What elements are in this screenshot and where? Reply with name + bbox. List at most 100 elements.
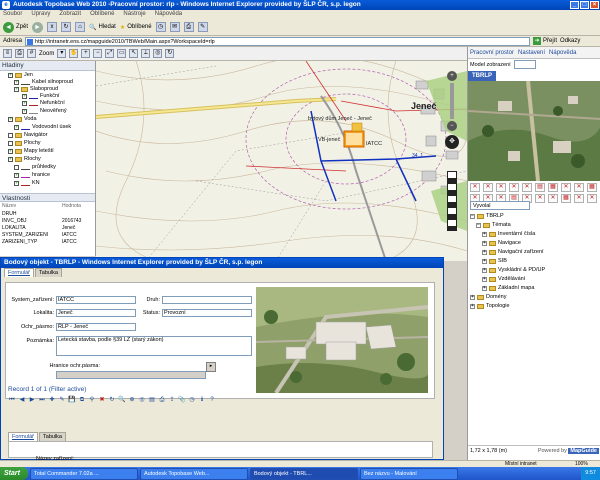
back-button[interactable]: ◄ Zpět bbox=[3, 21, 28, 33]
expand-icon[interactable]: + bbox=[482, 285, 487, 291]
collapse-icon[interactable]: − bbox=[470, 213, 475, 219]
print-map-icon[interactable]: ⎙ bbox=[15, 49, 24, 58]
lokalita-field[interactable]: Jeneč bbox=[56, 309, 136, 317]
first-record-icon[interactable]: ⏮ bbox=[8, 396, 16, 404]
task-total-commander[interactable]: Total Commander 7.02a ... bbox=[29, 467, 138, 480]
checkbox[interactable] bbox=[14, 164, 19, 170]
tool-icon[interactable]: ✕ bbox=[535, 194, 545, 203]
layer-item[interactable]: Plochy bbox=[8, 140, 41, 146]
task-bodovy-objekt[interactable]: Bodový objekt - TBRL... bbox=[249, 467, 358, 480]
address-input[interactable]: http://intranetr.ens.cz/mapguide2010/TBW… bbox=[25, 36, 531, 46]
forward-arrow-icon[interactable]: ► bbox=[32, 21, 44, 33]
refresh-icon[interactable]: ↻ bbox=[61, 22, 72, 32]
export-icon[interactable]: ⇪ bbox=[168, 396, 176, 404]
refresh-map-icon[interactable]: ↻ bbox=[165, 49, 175, 58]
info-icon[interactable]: ℹ bbox=[198, 396, 206, 404]
poznamka-field[interactable]: Letecká stavba, podle §39 LZ (starý záko… bbox=[56, 336, 252, 356]
tree-item[interactable]: + Domény bbox=[470, 294, 506, 300]
layer-item[interactable]: Navigátor bbox=[8, 132, 48, 138]
tab-table[interactable]: Tabulka bbox=[35, 268, 62, 277]
layer-item[interactable]: ✓ Neověřený bbox=[22, 108, 67, 114]
layer-item[interactable]: ✓ Jen bbox=[8, 72, 33, 78]
pan-icon[interactable]: ✋ bbox=[69, 49, 79, 58]
filter-dropdown[interactable]: Vyvolal bbox=[470, 201, 530, 210]
layer-item[interactable]: ✓ hranice bbox=[14, 172, 50, 178]
zoom-to-icon[interactable]: ⊕ bbox=[128, 396, 136, 404]
layer-item[interactable]: ✓ Rlochy bbox=[8, 156, 41, 162]
favorites-button[interactable]: ★ Oblíbené bbox=[120, 24, 152, 31]
layers-icon[interactable]: ≡ bbox=[3, 49, 12, 58]
tab-form[interactable]: Formulář bbox=[4, 268, 35, 277]
tab-help[interactable]: Nápověda bbox=[549, 50, 576, 56]
menu-view[interactable]: Zobrazit bbox=[59, 10, 81, 19]
tool-icon[interactable]: ▦ bbox=[548, 183, 558, 192]
print-icon[interactable]: ⎙ bbox=[158, 396, 166, 404]
checkbox[interactable]: ✓ bbox=[8, 72, 13, 78]
zoom-in-icon[interactable]: + bbox=[447, 71, 457, 81]
select-on-map-icon[interactable]: ◎ bbox=[138, 396, 146, 404]
checkbox[interactable] bbox=[8, 140, 13, 146]
start-button[interactable]: Start bbox=[0, 467, 28, 480]
buffer-icon[interactable]: ◎ bbox=[153, 49, 163, 58]
prev-record-icon[interactable]: ◀ bbox=[18, 396, 26, 404]
layer-item[interactable]: ✓ Mapy leteští bbox=[8, 148, 54, 154]
delete-icon[interactable]: ✖ bbox=[98, 396, 106, 404]
tool-icon[interactable]: ✕ bbox=[509, 183, 519, 192]
checkbox[interactable] bbox=[8, 132, 13, 138]
find-icon[interactable]: 🔍 bbox=[118, 396, 126, 404]
ochr-field[interactable]: ŘLP - Jeneč bbox=[56, 323, 136, 331]
druh-field[interactable] bbox=[162, 296, 252, 304]
measure-icon[interactable]: ⟂ bbox=[141, 49, 151, 58]
checkbox[interactable]: ✓ bbox=[22, 100, 27, 106]
checkbox[interactable]: ✓ bbox=[14, 124, 19, 130]
system-field[interactable]: IATCC bbox=[56, 296, 136, 304]
attach-icon[interactable]: 📎 bbox=[178, 396, 186, 404]
tab-form-sub[interactable]: Formulář bbox=[8, 432, 39, 441]
search-button[interactable]: 🔍 Hledat bbox=[89, 24, 116, 31]
tree-item[interactable]: − Témata bbox=[476, 222, 511, 228]
pan-control-icon[interactable]: ✥ bbox=[445, 135, 459, 149]
hranice-dropdown[interactable] bbox=[56, 371, 206, 379]
last-record-icon[interactable]: ⏭ bbox=[38, 396, 46, 404]
tool-icon[interactable]: ✕ bbox=[587, 194, 597, 203]
checkbox[interactable]: ✓ bbox=[14, 180, 19, 186]
layer-item[interactable]: ✓ KN bbox=[14, 180, 40, 186]
menu-file[interactable]: Soubor bbox=[3, 10, 22, 19]
edit-record-icon[interactable]: ✎ bbox=[58, 396, 66, 404]
tab-table-sub[interactable]: Tabulka bbox=[39, 432, 66, 441]
grid-icon[interactable]: # bbox=[27, 49, 36, 58]
tool-icon[interactable]: ✕ bbox=[470, 183, 480, 192]
help-icon[interactable]: ? bbox=[208, 396, 216, 404]
expand-icon[interactable]: + bbox=[482, 249, 487, 255]
zoom-rect-icon[interactable]: ▭ bbox=[117, 49, 127, 58]
tool-icon[interactable]: ▦ bbox=[587, 183, 597, 192]
print-icon[interactable]: ⎙ bbox=[183, 22, 194, 32]
tool-icon[interactable]: ✕ bbox=[496, 183, 506, 192]
dropdown-arrow-icon[interactable]: ▸ bbox=[206, 362, 216, 372]
checkbox[interactable]: ✓ bbox=[14, 172, 19, 178]
task-topobase[interactable]: Autodesk Topobase Web... bbox=[139, 467, 248, 480]
tool-icon[interactable]: ▤ bbox=[535, 183, 545, 192]
checkbox[interactable]: ✓ bbox=[14, 86, 19, 92]
expand-icon[interactable]: + bbox=[470, 303, 475, 309]
go-button[interactable]: ➔ Přejít bbox=[533, 37, 557, 45]
menu-help[interactable]: Nápověda bbox=[155, 10, 182, 19]
tool-icon[interactable]: ✕ bbox=[561, 183, 571, 192]
layer-item[interactable]: ✓ Nefunkční bbox=[22, 100, 65, 106]
zoom-dropdown-icon[interactable]: ▾ bbox=[57, 49, 67, 58]
edit-icon[interactable]: ✎ bbox=[197, 22, 208, 32]
expand-icon[interactable]: + bbox=[470, 294, 475, 300]
home-icon[interactable]: ⌂ bbox=[75, 22, 86, 32]
tree-item[interactable]: + Základní mapa bbox=[482, 285, 534, 291]
report-icon[interactable]: ▤ bbox=[148, 396, 156, 404]
collapse-icon[interactable]: − bbox=[476, 222, 481, 228]
history-icon[interactable]: ◷ bbox=[188, 396, 196, 404]
menu-edit[interactable]: Úpravy bbox=[31, 10, 50, 19]
tree-item[interactable]: + Inventární čísla bbox=[482, 231, 535, 237]
checkbox[interactable]: ✓ bbox=[14, 79, 19, 85]
menu-favorites[interactable]: Oblíbené bbox=[90, 10, 114, 19]
copy-icon[interactable]: ⧉ bbox=[78, 396, 86, 404]
tab-workspace[interactable]: Pracovní prostor bbox=[470, 50, 514, 56]
task-paint[interactable]: Bez názvu - Malování bbox=[359, 467, 458, 480]
map-canvas[interactable]: bytový dům Jeneč - Jeneč VB-jeneč IATCC … bbox=[96, 61, 467, 261]
